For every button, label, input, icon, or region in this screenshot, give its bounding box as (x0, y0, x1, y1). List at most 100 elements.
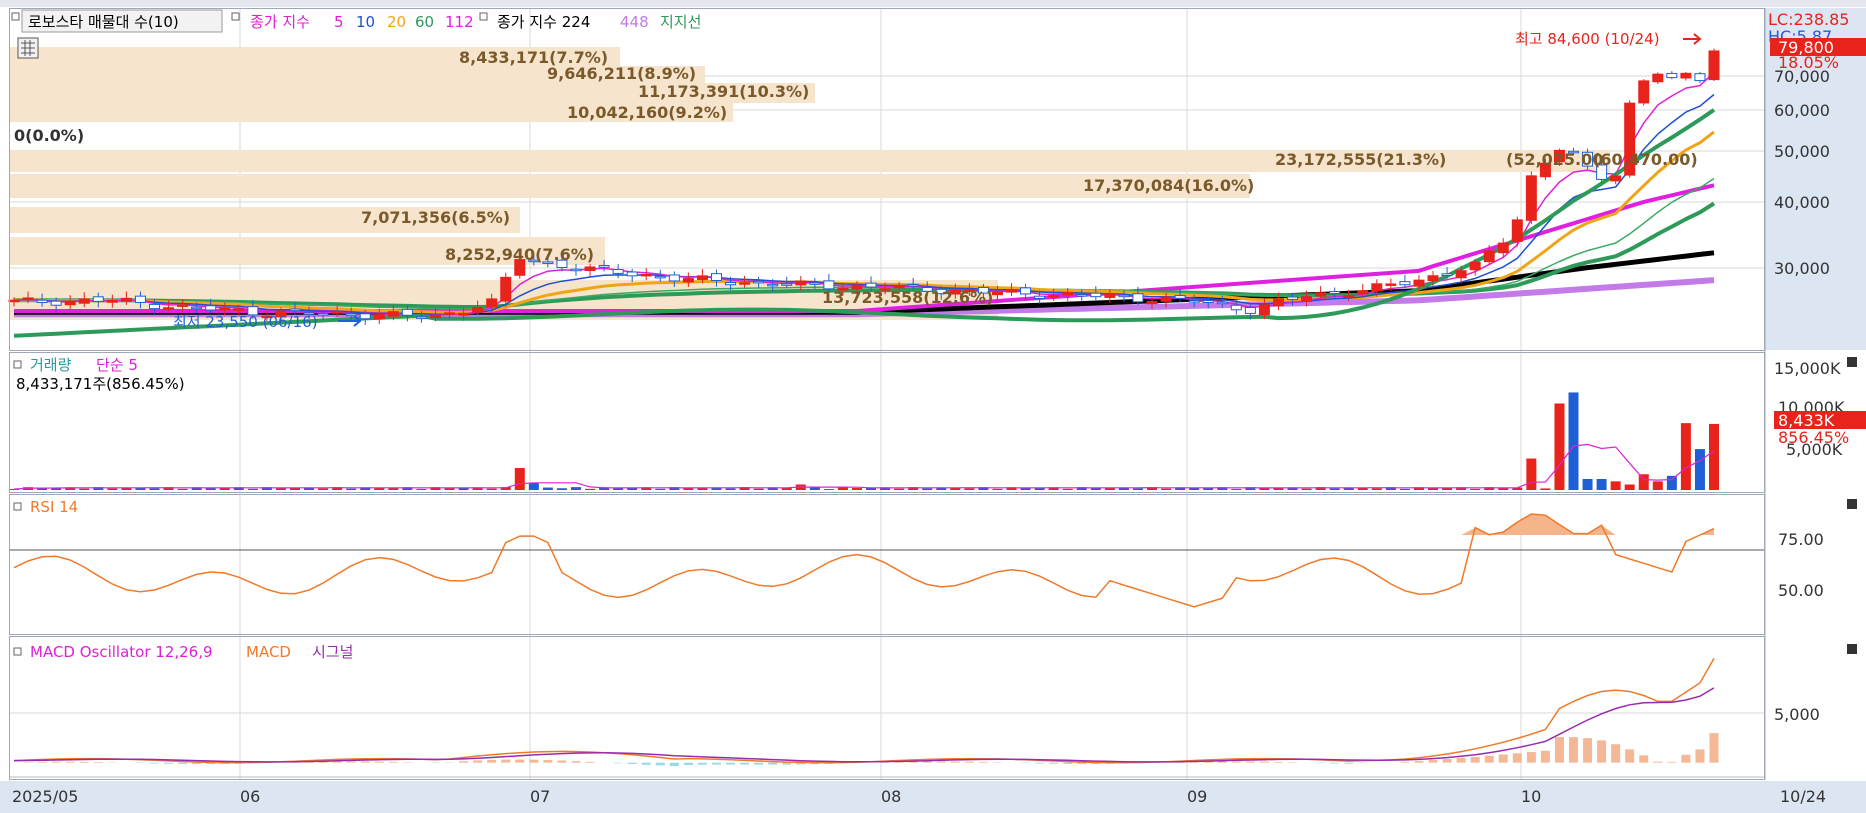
rsi-axis-bg (1765, 494, 1866, 634)
volume-profile-label: 13,723,558(12.6%) (822, 288, 993, 307)
xtick-06: 06 (240, 787, 260, 806)
legend-ma-label: 종가 지수 (250, 13, 310, 31)
candle-body (233, 308, 245, 311)
candle-body (1202, 300, 1214, 303)
volume-bar (1371, 488, 1382, 490)
candle-body (753, 280, 765, 284)
candle-body (1455, 270, 1467, 279)
volume-bar (1231, 489, 1242, 490)
candle-body (486, 298, 498, 308)
vol-ytick-15000k: 15,000K (1774, 359, 1841, 378)
candle-body (373, 314, 385, 320)
candle-body (22, 297, 34, 300)
legend-ma5: 5 (334, 13, 344, 31)
legend-ma20: 20 (387, 13, 406, 31)
macd-osc-bar (711, 762, 721, 765)
xtick-09: 09 (1187, 787, 1207, 806)
volume-bar (318, 488, 329, 490)
candle-body (1118, 294, 1130, 298)
candle-body (1287, 296, 1299, 300)
candle-body (472, 307, 484, 313)
macd-osc-bar (613, 762, 623, 764)
volume-bar (992, 488, 1003, 490)
volume-profile-label: 0(0.0%) (14, 126, 84, 145)
candle-body (1301, 296, 1313, 302)
ytick-60000: 60,000 (1774, 101, 1830, 120)
candle-body (1329, 291, 1341, 295)
candle-body (1708, 50, 1720, 81)
volume-bar (1399, 488, 1410, 490)
x-axis-bg (0, 781, 1866, 813)
volume-bar (1161, 488, 1172, 490)
candle-body (458, 312, 470, 316)
volume-profile-label: 10,042,160(9.2%) (567, 103, 727, 122)
macd-osc-bar (1498, 754, 1508, 763)
candle-body (106, 299, 118, 303)
volume-bar (894, 488, 905, 490)
macd-legend: MACD (246, 643, 291, 661)
macd-osc-bar (585, 761, 595, 763)
volume-bar (1596, 478, 1607, 490)
macd-osc-bar (782, 762, 792, 765)
candle-body (1427, 275, 1439, 282)
volume-bar (107, 488, 118, 490)
candle-body (865, 282, 877, 288)
candle-body (64, 300, 76, 306)
macd-osc-bar (1611, 744, 1621, 763)
candle-body (415, 316, 427, 319)
rsi-ytick-50: 50.00 (1778, 581, 1824, 600)
macd-osc-bar (571, 761, 581, 763)
candle-body (809, 282, 821, 285)
volume-bar (1526, 458, 1537, 490)
macd-osc-bar (1035, 762, 1045, 764)
candle-body (1483, 250, 1495, 263)
macd-osc-bar (1245, 761, 1255, 763)
candle-body (8, 299, 20, 303)
candle-body (1216, 301, 1228, 305)
candle-body (1666, 72, 1678, 79)
candle-body (654, 275, 666, 279)
volume-profile-label: 8,252,940(7.6%) (445, 245, 594, 264)
volume-bar (725, 488, 736, 490)
xtick-07: 07 (530, 787, 550, 806)
macd-osc-bar (1681, 754, 1691, 763)
overlay-label: (60,470.00) (1593, 150, 1698, 169)
candle-body (359, 313, 371, 320)
volume-bar (1638, 474, 1649, 490)
candle-body (387, 311, 399, 317)
macd-osc-bar (1512, 753, 1522, 763)
candle-body (78, 298, 90, 304)
macd-osc-bar (164, 762, 174, 764)
candle-body (317, 312, 329, 316)
low-annotation: 최저 23,550 (06/16) (173, 313, 318, 331)
macd-osc-legend: MACD Oscillator 12,26,9 (30, 643, 213, 661)
volume-bar (964, 488, 975, 490)
volume-bar (1610, 481, 1621, 490)
legend-ma10: 10 (356, 13, 375, 31)
candle-body (907, 283, 919, 287)
grid-toggle-icon[interactable] (17, 37, 39, 59)
xtick-end: 10/24 (1780, 787, 1826, 806)
overlay-label: (52,025.00 (1506, 150, 1603, 169)
volume-legend: 거래량 (30, 356, 72, 374)
candle-body (331, 311, 343, 314)
candle-body (1638, 80, 1650, 104)
macd-osc-bar (65, 761, 75, 763)
volume-bar (1554, 403, 1565, 490)
macd-osc-bar (655, 762, 665, 766)
legend-title[interactable]: 로보스타 매물대 수(10) (28, 13, 179, 31)
macd-osc-bar (1540, 750, 1550, 763)
macd-osc-bar (79, 761, 89, 763)
volume-bar (514, 467, 525, 490)
candle-body (1020, 287, 1032, 295)
volume-profile-label: 7,071,356(6.5%) (361, 208, 510, 227)
candle-body (1076, 294, 1088, 297)
ytick-40000: 40,000 (1774, 193, 1830, 212)
macd-osc-bar (768, 762, 778, 765)
ytick-70000: 70,000 (1774, 67, 1830, 86)
legend-support: 지지선 (660, 13, 701, 31)
volume-bar (1062, 488, 1073, 490)
macd-osc-bar (1273, 761, 1283, 763)
volume-bar (1666, 475, 1677, 490)
macd-osc-bar (1569, 737, 1579, 763)
